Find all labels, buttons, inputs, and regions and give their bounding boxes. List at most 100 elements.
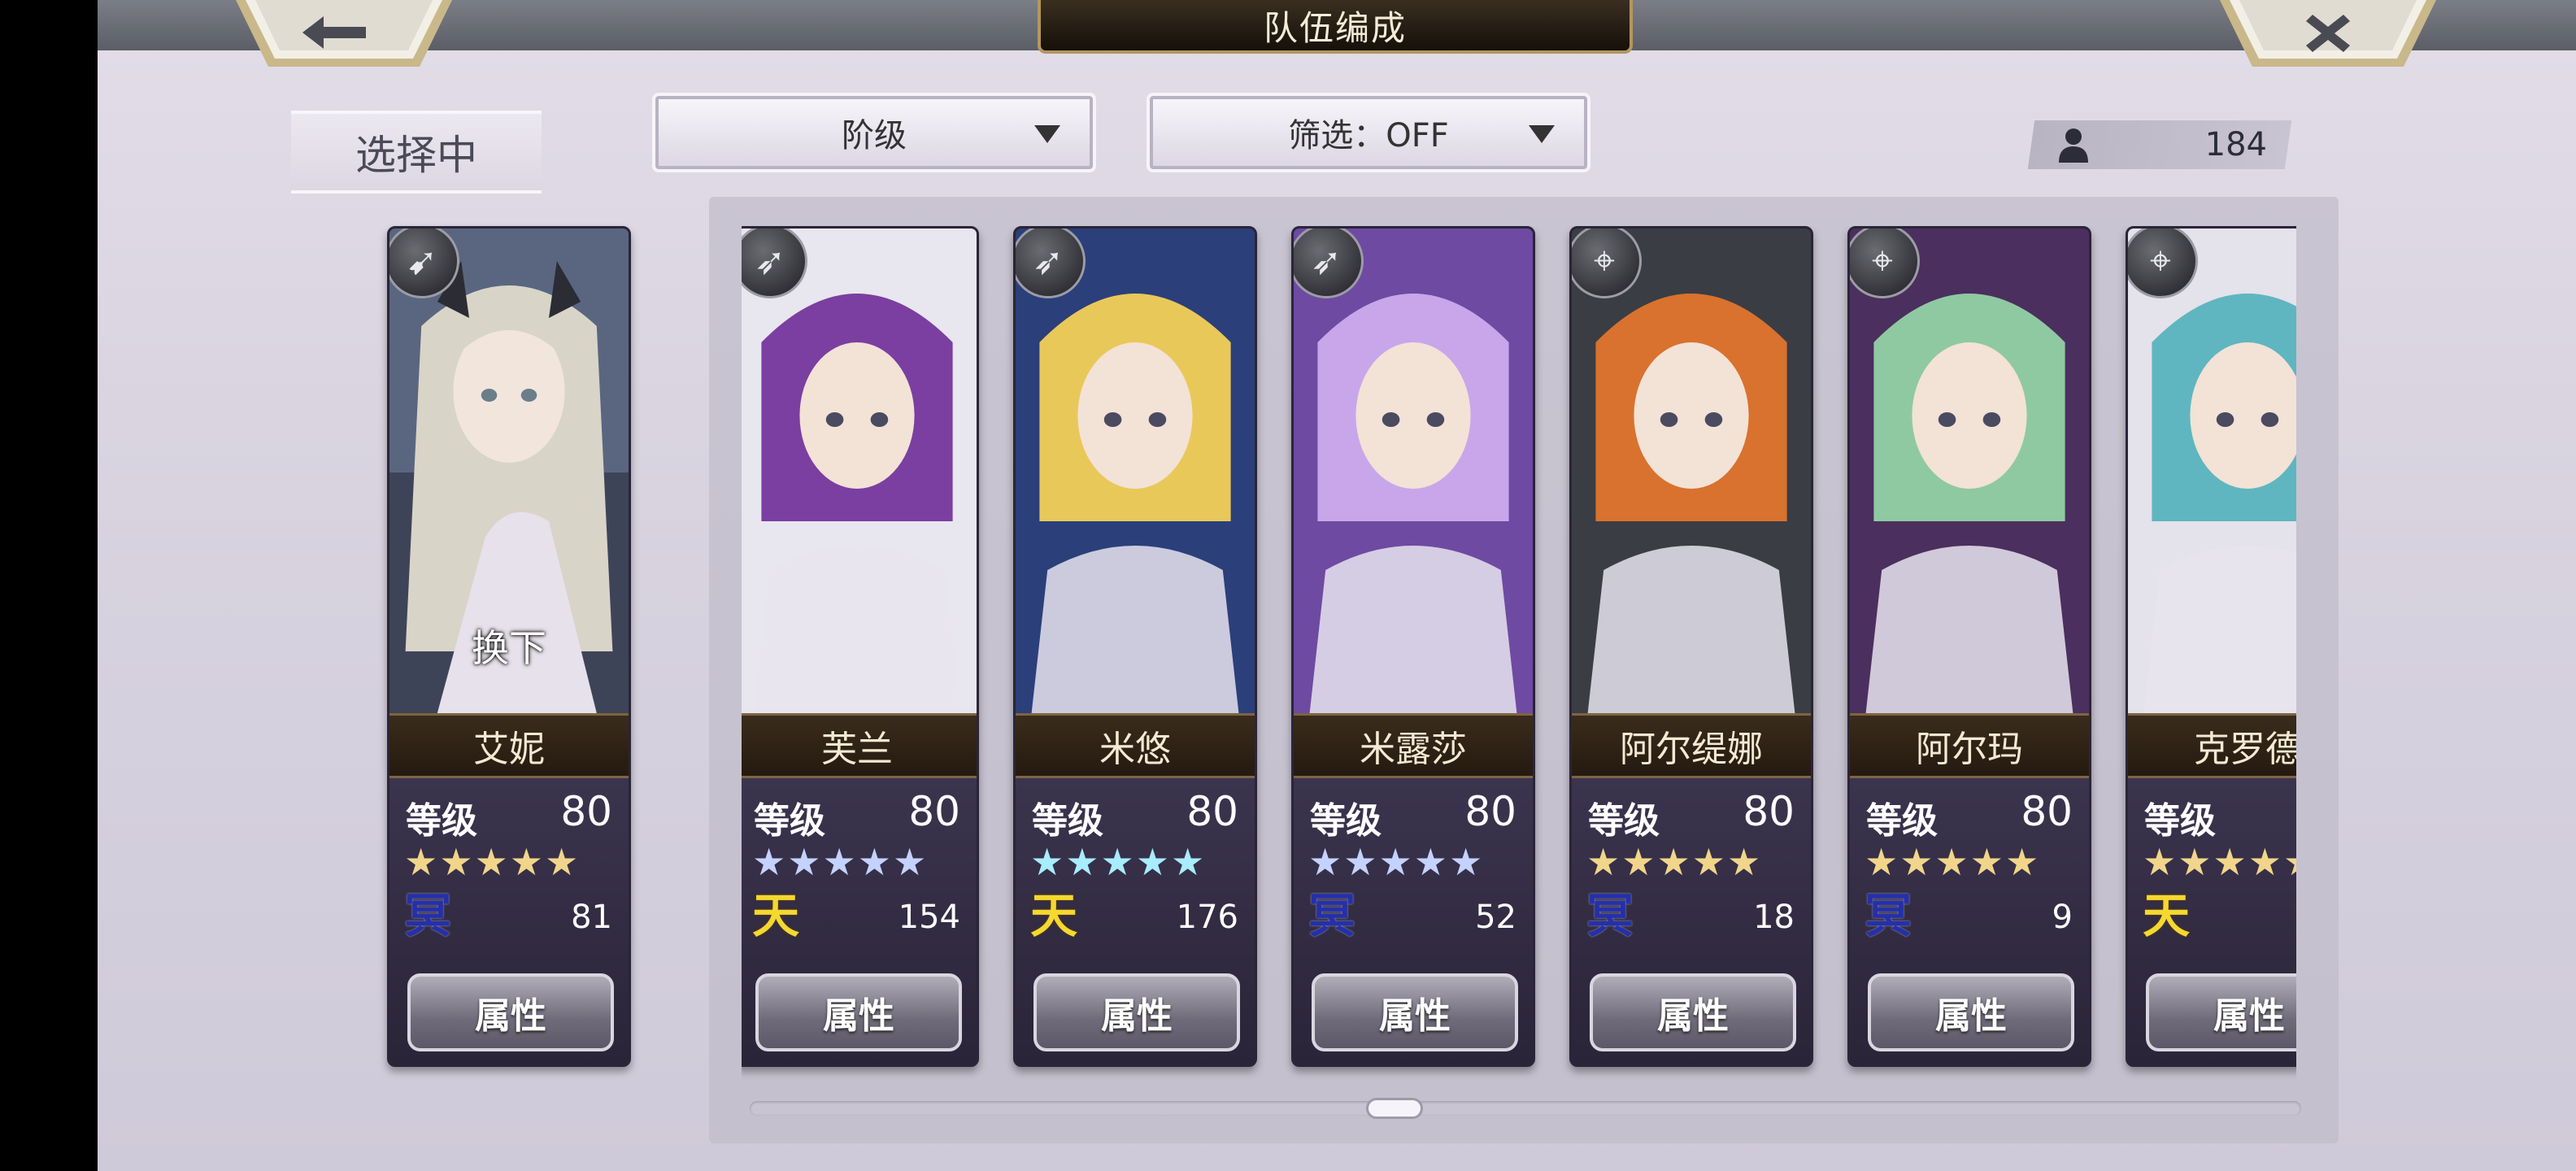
attribute-button-label: 属性 <box>823 995 894 1037</box>
star-rating: ★★★★★ <box>404 840 581 884</box>
attribute-button[interactable]: 属性 <box>407 973 614 1051</box>
character-number: 176 <box>1176 899 1238 936</box>
level-value: 80 <box>908 788 960 835</box>
portrait-art <box>1850 229 2089 713</box>
element-icon: 冥 <box>404 888 452 943</box>
element-icon: 天 <box>2143 888 2191 943</box>
character-name-bar: 阿尔玛 <box>1850 713 2089 778</box>
sort-dropdown-label: 阶级 <box>842 117 907 155</box>
level-label: 等级 <box>406 800 477 842</box>
character-name-bar: 芙兰 <box>742 713 977 778</box>
character-info: 等级 80 ★★★★★ 冥 18 属性 <box>1572 778 1811 1064</box>
character-name-bar: 克罗德 <box>2128 713 2296 778</box>
team-formation-screen: 队伍编成 选择中 阶级 筛选：OFF 184 ➹ 换下 艾妮 等级 80 ★★★… <box>98 0 2576 1171</box>
star-rating: ★★★★★ <box>752 840 929 884</box>
level-label: 等级 <box>1032 800 1103 842</box>
level-label: 等级 <box>1866 800 1938 842</box>
character-card[interactable]: ⌖ 阿尔玛 等级 80 ★★★★★ 冥 9 属性 <box>1847 226 2091 1067</box>
character-name-bar: 米露莎 <box>1294 713 1533 778</box>
level-value: 80 <box>2021 788 2073 835</box>
attribute-button-label: 属性 <box>1379 995 1451 1037</box>
character-name: 米悠 <box>1099 729 1171 770</box>
character-name: 阿尔玛 <box>1916 729 2023 770</box>
level-value: 80 <box>1743 788 1795 835</box>
character-name-bar: 阿尔缇娜 <box>1572 713 1811 778</box>
attribute-button-label: 属性 <box>1101 995 1173 1037</box>
character-name: 艾妮 <box>473 729 545 770</box>
character-card[interactable]: ➶ 米悠 等级 80 ★★★★★ 天 176 属性 <box>1013 226 1257 1067</box>
portrait-art <box>742 229 977 713</box>
level-label: 等级 <box>1310 800 1382 842</box>
attribute-button-label: 属性 <box>1935 995 2007 1037</box>
character-number: 18 <box>1753 899 1795 936</box>
element-icon: 冥 <box>1865 888 1912 943</box>
character-name-bar: 米悠 <box>1016 713 1255 778</box>
character-card[interactable]: ➶ 芙兰 等级 80 ★★★★★ 天 154 属性 <box>742 226 979 1067</box>
attribute-button-label: 属性 <box>475 995 546 1037</box>
character-info: 等级 80 ★★★★★ 冥 52 属性 <box>1294 778 1533 1064</box>
level-value: 80 <box>560 788 612 835</box>
character-info: 等级 80 ★★★★★ 天 154 属性 <box>742 778 977 1064</box>
attribute-button-label: 属性 <box>2213 995 2285 1037</box>
character-card[interactable]: ⌖ 阿尔缇娜 等级 80 ★★★★★ 冥 18 属性 <box>1569 226 1813 1067</box>
screen-title-plate: 队伍编成 <box>1038 0 1633 54</box>
portrait-art <box>1572 229 1811 713</box>
character-card[interactable]: ➶ 米露莎 等级 80 ★★★★★ 冥 52 属性 <box>1291 226 1535 1067</box>
selecting-label: 选择中 <box>355 132 477 179</box>
character-portrait <box>1572 229 1811 713</box>
filter-dropdown-label: 筛选：OFF <box>1288 117 1449 155</box>
attribute-button[interactable]: 属性 <box>2146 973 2296 1051</box>
character-info: 等级 80 ★★★★★ 冥 81 属性 <box>389 778 629 1064</box>
selecting-label-box: 选择中 <box>291 111 542 194</box>
chevron-down-icon <box>1529 125 1555 143</box>
star-rating: ★★★★★ <box>2143 840 2296 884</box>
star-rating: ★★★★★ <box>1308 840 1485 884</box>
character-card[interactable]: ⌖ 克罗德 等级 80 ★★★★★ 天 属性 <box>2126 226 2296 1067</box>
character-name-bar: 艾妮 <box>389 713 629 778</box>
filter-dropdown[interactable]: 筛选：OFF <box>1147 93 1590 172</box>
attribute-button[interactable]: 属性 <box>1868 973 2074 1051</box>
level-value: 80 <box>1464 788 1516 835</box>
character-portrait <box>742 229 977 713</box>
scrollbar-track[interactable] <box>750 1101 2301 1116</box>
character-portrait <box>1294 229 1533 713</box>
character-portrait <box>1016 229 1255 713</box>
portrait-art <box>2128 229 2296 713</box>
attribute-button[interactable]: 属性 <box>1033 973 1240 1051</box>
character-name: 米露莎 <box>1360 729 1467 770</box>
scrollbar-thumb[interactable] <box>1366 1098 1423 1119</box>
attribute-button-label: 属性 <box>1657 995 1729 1037</box>
close-button[interactable] <box>2220 0 2436 67</box>
sort-dropdown[interactable]: 阶级 <box>652 93 1096 172</box>
attribute-button[interactable]: 属性 <box>1312 973 1518 1051</box>
character-number: 52 <box>1475 899 1516 936</box>
level-label: 等级 <box>1588 800 1660 842</box>
level-label: 等级 <box>754 800 825 842</box>
chevron-down-icon <box>1034 125 1060 143</box>
character-number: 9 <box>2052 899 2073 936</box>
roster-scroll-area[interactable]: ➶ 芙兰 等级 80 ★★★★★ 天 154 属性 ➶ 米悠 等级 80 ★★★… <box>742 226 2296 1088</box>
character-portrait <box>1850 229 2089 713</box>
character-info: 等级 80 ★★★★★ 天 176 属性 <box>1016 778 1255 1064</box>
screen-title: 队伍编成 <box>1263 7 1407 48</box>
level-label: 等级 <box>2144 800 2216 842</box>
element-icon: 天 <box>752 888 800 943</box>
level-value: 80 <box>1186 788 1238 835</box>
swap-label[interactable]: 换下 <box>389 619 629 673</box>
character-name: 芙兰 <box>821 729 893 770</box>
element-icon: 冥 <box>1586 888 1634 943</box>
portrait-art <box>1294 229 1533 713</box>
character-number: 81 <box>571 899 612 936</box>
attribute-button[interactable]: 属性 <box>1590 973 1796 1051</box>
attribute-button[interactable]: 属性 <box>755 973 962 1051</box>
character-info: 等级 80 ★★★★★ 冥 9 属性 <box>1850 778 2089 1064</box>
character-portrait <box>2128 229 2296 713</box>
selected-character-card[interactable]: ➹ 换下 艾妮 等级 80 ★★★★★ 冥 81 属性 <box>387 226 631 1067</box>
element-icon: 天 <box>1030 888 1078 943</box>
character-name: 克罗德 <box>2194 729 2296 770</box>
element-icon: 冥 <box>1308 888 1356 943</box>
back-button[interactable] <box>236 0 452 67</box>
person-icon <box>2059 128 2088 163</box>
star-rating: ★★★★★ <box>1865 840 2041 884</box>
character-number: 154 <box>898 899 960 936</box>
